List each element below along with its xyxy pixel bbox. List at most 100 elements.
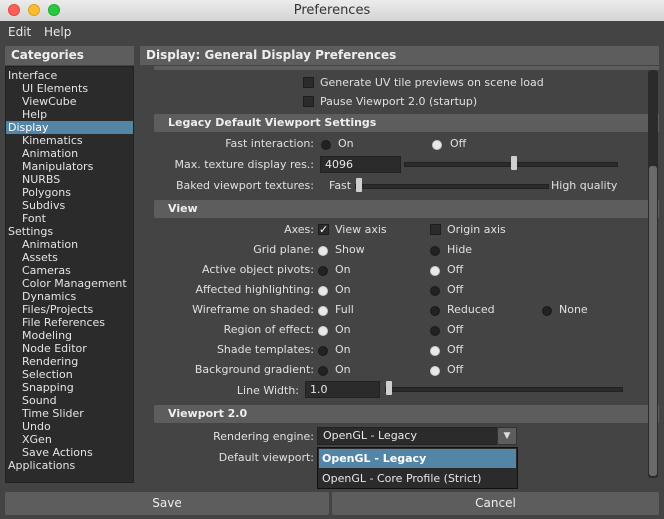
- affected-highlighting-off-label: Off: [447, 283, 464, 296]
- axes-label: Axes:: [284, 223, 314, 236]
- category-item[interactable]: Selection: [6, 368, 133, 381]
- fast-interaction-off-label: Off: [450, 137, 467, 150]
- category-item[interactable]: Subdivs: [6, 199, 133, 212]
- category-item[interactable]: Color Management: [6, 277, 133, 290]
- wireframe-shaded-label: Wireframe on shaded:: [192, 303, 314, 316]
- category-item[interactable]: Assets: [6, 251, 133, 264]
- category-item[interactable]: Dynamics: [6, 290, 133, 303]
- background-gradient-off-radio[interactable]: [430, 366, 440, 376]
- region-of-effect-on-label: On: [335, 323, 351, 336]
- rendering-engine-select[interactable]: OpenGL - Legacy: [317, 427, 517, 445]
- pause-vp2-checkbox[interactable]: [303, 96, 314, 107]
- category-item[interactable]: Cameras: [6, 264, 133, 277]
- line-width-field[interactable]: 1.0: [305, 381, 380, 398]
- affected-highlighting-off-radio[interactable]: [430, 286, 440, 296]
- origin-axis-checkbox[interactable]: [430, 224, 441, 235]
- scrollbar-thumb[interactable]: [649, 166, 657, 476]
- max-texture-field[interactable]: 4096: [320, 156, 401, 173]
- category-item[interactable]: UI Elements: [6, 82, 133, 95]
- active-pivots-off-radio[interactable]: [430, 266, 440, 276]
- active-pivots-label: Active object pivots:: [202, 263, 314, 276]
- category-item[interactable]: Save Actions: [6, 446, 133, 459]
- grid-plane-show-radio[interactable]: [318, 246, 328, 256]
- wireframe-none-radio[interactable]: [542, 306, 552, 316]
- rendering-engine-dropdown: OpenGL - Legacy OpenGL - Core Profile (S…: [317, 447, 518, 489]
- category-item[interactable]: Help: [6, 108, 133, 121]
- title-bar: Preferences: [0, 0, 664, 22]
- fast-interaction-on-radio[interactable]: [321, 140, 331, 150]
- background-gradient-on-label: On: [335, 363, 351, 376]
- panel-title: Display: General Display Preferences: [140, 46, 659, 65]
- menu-edit[interactable]: Edit: [8, 25, 31, 39]
- preferences-panel: Generate UV tile previews on scene load …: [140, 66, 659, 483]
- dropdown-option-opengl-legacy[interactable]: OpenGL - Legacy: [319, 449, 516, 468]
- category-item[interactable]: Sound: [6, 394, 133, 407]
- cancel-button[interactable]: Cancel: [332, 492, 659, 515]
- menu-help[interactable]: Help: [44, 25, 71, 39]
- category-item[interactable]: Time Slider: [6, 407, 133, 420]
- shade-templates-on-radio[interactable]: [318, 346, 328, 356]
- category-item[interactable]: Animation: [6, 147, 133, 160]
- category-item[interactable]: Animation: [6, 238, 133, 251]
- category-item[interactable]: Interface: [6, 69, 133, 82]
- shade-templates-off-radio[interactable]: [430, 346, 440, 356]
- category-item[interactable]: Applications: [6, 459, 133, 472]
- active-pivots-off-label: Off: [447, 263, 464, 276]
- max-texture-label: Max. texture display res.:: [174, 158, 315, 171]
- category-item[interactable]: Manipulators: [6, 160, 133, 173]
- line-width-slider-thumb[interactable]: [386, 381, 392, 395]
- dropdown-option-opengl-core[interactable]: OpenGL - Core Profile (Strict): [319, 469, 516, 488]
- region-of-effect-off-radio[interactable]: [430, 326, 440, 336]
- fast-interaction-on-label: On: [338, 137, 354, 150]
- uv-tile-label: Generate UV tile previews on scene load: [320, 76, 544, 89]
- affected-highlighting-on-label: On: [335, 283, 351, 296]
- region-of-effect-label: Region of effect:: [223, 323, 314, 336]
- default-viewport-label: Default viewport:: [218, 451, 314, 464]
- category-item[interactable]: Modeling: [6, 329, 133, 342]
- category-item[interactable]: Rendering: [6, 355, 133, 368]
- category-item[interactable]: Polygons: [6, 186, 133, 199]
- origin-axis-label: Origin axis: [447, 223, 506, 236]
- affected-highlighting-on-radio[interactable]: [318, 286, 328, 296]
- category-item[interactable]: File References: [6, 316, 133, 329]
- background-gradient-label: Background gradient:: [194, 363, 314, 376]
- wireframe-full-radio[interactable]: [318, 306, 328, 316]
- rendering-engine-label: Rendering engine:: [213, 430, 314, 443]
- chevron-down-icon[interactable]: ▼: [497, 427, 517, 445]
- baked-low-label: Fast: [329, 179, 352, 192]
- category-item[interactable]: NURBS: [6, 173, 133, 186]
- wireframe-reduced-radio[interactable]: [430, 306, 440, 316]
- active-pivots-on-radio[interactable]: [318, 266, 328, 276]
- category-item[interactable]: Font: [6, 212, 133, 225]
- panel-scrollbar[interactable]: [648, 70, 658, 478]
- category-item[interactable]: Display: [6, 121, 133, 134]
- baked-slider-thumb[interactable]: [356, 178, 362, 192]
- fast-interaction-off-radio[interactable]: [432, 140, 442, 150]
- category-item[interactable]: Node Editor: [6, 342, 133, 355]
- view-section-header[interactable]: View: [154, 200, 659, 218]
- active-pivots-on-label: On: [335, 263, 351, 276]
- viewport2-section-header[interactable]: Viewport 2.0: [154, 405, 659, 423]
- wireframe-reduced-label: Reduced: [447, 303, 495, 316]
- category-item[interactable]: ViewCube: [6, 95, 133, 108]
- shade-templates-on-label: On: [335, 343, 351, 356]
- category-item[interactable]: Kinematics: [6, 134, 133, 147]
- baked-slider-track[interactable]: [355, 184, 549, 189]
- grid-plane-show-label: Show: [335, 243, 365, 256]
- menu-bar: Edit Help: [0, 21, 664, 42]
- category-item[interactable]: Undo: [6, 420, 133, 433]
- category-item[interactable]: Files/Projects: [6, 303, 133, 316]
- grid-plane-hide-radio[interactable]: [430, 246, 440, 256]
- uv-tile-checkbox[interactable]: [303, 77, 314, 88]
- line-width-slider-track[interactable]: [385, 387, 623, 392]
- legacy-section-header[interactable]: Legacy Default Viewport Settings: [154, 114, 659, 132]
- save-button[interactable]: Save: [5, 492, 329, 515]
- category-item[interactable]: Settings: [6, 225, 133, 238]
- background-gradient-on-radio[interactable]: [318, 366, 328, 376]
- region-of-effect-on-radio[interactable]: [318, 326, 328, 336]
- categories-list[interactable]: Interface UI Elements ViewCube Help Display K…: [5, 66, 134, 483]
- max-texture-slider-thumb[interactable]: [511, 156, 518, 170]
- category-item[interactable]: XGen: [6, 433, 133, 446]
- category-item[interactable]: Snapping: [6, 381, 133, 394]
- view-axis-checkbox[interactable]: ✓: [318, 224, 329, 235]
